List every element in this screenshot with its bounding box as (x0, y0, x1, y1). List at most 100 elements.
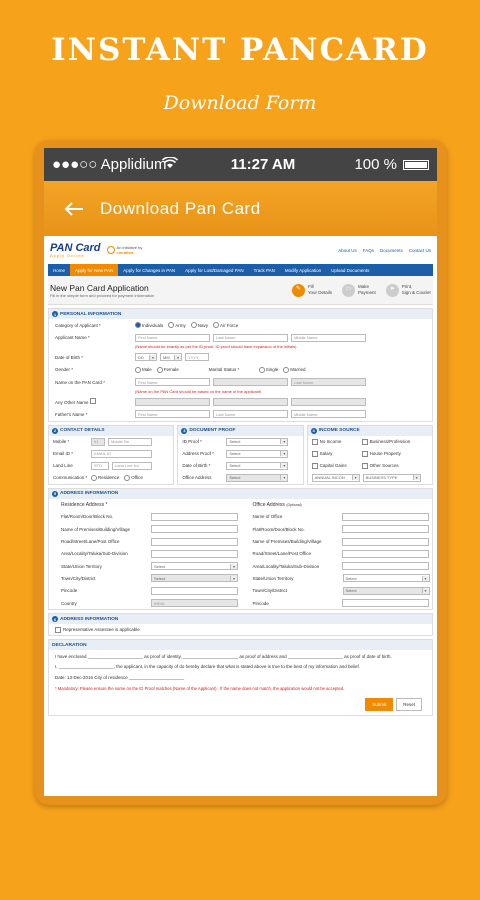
nav-lost[interactable]: Apply for Lost/Damaged PAN (180, 264, 248, 276)
other-name-checkbox[interactable] (90, 398, 96, 404)
clock: 11:27 AM (230, 156, 296, 173)
off-state-select[interactable]: Select (342, 574, 430, 583)
radio-male[interactable]: Male (135, 367, 152, 373)
res-state-select[interactable]: Select (151, 562, 238, 571)
nav-changes[interactable]: Apply for Changes in PAN (118, 264, 180, 276)
res-road-label: Road/Street/Lane/Post Office (61, 539, 120, 545)
nav-modify[interactable]: Modify Application (280, 264, 326, 276)
site-logo[interactable]: PAN Card Apply Online (50, 242, 101, 258)
radio-individuals[interactable]: Individuals (135, 322, 163, 328)
landline-input[interactable]: Land Line No (112, 461, 152, 470)
off-premises-label: Name of Premises/Building/Village (252, 539, 322, 545)
dob-year-input[interactable]: YYYY (185, 353, 209, 362)
pan-first-name-input[interactable]: First Name (135, 378, 210, 387)
income-header-label: INCOME SOURCE (318, 428, 360, 433)
res-premises-input[interactable] (150, 525, 238, 534)
off-flat-input[interactable] (342, 525, 429, 534)
middle-name-input[interactable]: Middle Name (291, 333, 366, 342)
dob-proof-select[interactable]: Select (226, 461, 289, 470)
other-first-input[interactable] (135, 397, 210, 406)
father-middle-input[interactable]: Middle Name (291, 410, 366, 419)
email-input[interactable]: EMAIL ID (91, 449, 152, 458)
chk-house-property[interactable]: House Property (362, 451, 401, 457)
radio-residence[interactable]: Residence (91, 475, 119, 481)
res-pincode-input[interactable] (150, 586, 238, 595)
webpage: PAN Card Apply Online An initiative by c… (44, 236, 437, 717)
std-input[interactable]: STD (91, 461, 109, 470)
document-section: 3DOCUMENT PROOF ID Proof * Select Address… (177, 424, 304, 485)
res-flat-input[interactable] (150, 512, 238, 521)
father-first-input[interactable]: First Name (135, 410, 210, 419)
radio-air-force[interactable]: Air Force (213, 322, 238, 328)
contact-header-label: CONTACT DETAILS (60, 428, 105, 433)
nav-track[interactable]: Track PAN (249, 264, 280, 276)
document-header-label: DOCUMENT PROOF (189, 428, 236, 433)
chk-salary[interactable]: Salary (312, 451, 362, 457)
nav-upload[interactable]: Upload Documents (326, 264, 374, 276)
res-country-input[interactable]: INDIA (150, 599, 238, 608)
contact-section: 2 CONTACT DETAILS Mobile * 91 Mobile No E… (48, 424, 175, 485)
link-documents[interactable]: Documents (380, 248, 403, 253)
mobile-code-input[interactable]: 91 (91, 437, 105, 446)
father-last-input[interactable]: Last Name (213, 410, 288, 419)
nav-home[interactable]: Home (48, 264, 70, 276)
back-arrow-icon[interactable] (64, 196, 84, 222)
pan-blank-input[interactable] (213, 378, 288, 387)
income-section: 4 INCOME SOURCE No Income Business/Profess… (306, 424, 433, 485)
other-last-input[interactable] (213, 397, 288, 406)
mobile-input[interactable]: Mobile No (108, 437, 152, 446)
chk-other-sources[interactable]: Other Sources (362, 463, 399, 469)
off-pincode-input[interactable] (342, 599, 429, 608)
business-type-select[interactable]: BUSINESS TYPE (362, 473, 421, 482)
annual-income-select[interactable]: ANNUAL INCON (311, 473, 360, 482)
chk-capital-gains[interactable]: Capital Gains (312, 463, 362, 469)
father-name-label: Father's Name * (55, 411, 88, 417)
off-town-label: Town/City/District (252, 588, 288, 594)
link-about[interactable]: About Us (338, 248, 357, 253)
battery-percent: 100 % (354, 156, 397, 173)
office-optional: (Optional) (286, 502, 302, 507)
link-contact[interactable]: Contact Us (409, 248, 431, 253)
last-name-input[interactable]: Last Name (213, 333, 288, 342)
off-premises-input[interactable] (342, 537, 429, 546)
step-fill: ✎ Fill Your Details (291, 283, 332, 297)
office-address-select[interactable]: Select (226, 473, 289, 482)
id-proof-select[interactable]: Select (226, 437, 289, 446)
chk-no-income[interactable]: No Income (312, 439, 362, 445)
dob-month-select[interactable]: MM (160, 353, 182, 362)
radio-married[interactable]: Married (283, 367, 305, 373)
off-name-input[interactable] (342, 512, 429, 521)
chk-business[interactable]: Business/Profession (362, 439, 411, 445)
id-proof-label: ID Proof * (182, 439, 202, 444)
representative-checkbox[interactable]: Representative Assessee is applicable (55, 627, 140, 633)
res-premises-label: Name of Premises/Building/Village (61, 526, 130, 532)
address-proof-select[interactable]: Select (226, 449, 289, 458)
personal-header: 1 PERSONAL INFORMATION (49, 309, 432, 319)
submit-button[interactable]: Submit (365, 698, 394, 712)
app-bar: Download Pan Card (44, 181, 437, 236)
step-fill-line1: Fill (307, 284, 314, 290)
radio-navy[interactable]: Navy (191, 322, 208, 328)
radio-single[interactable]: Single (259, 367, 279, 373)
link-faqs[interactable]: FAQs (363, 248, 374, 253)
off-town-select[interactable]: Select (342, 586, 430, 595)
other-middle-input[interactable] (291, 397, 366, 406)
reset-button[interactable]: Reset (396, 698, 422, 712)
radio-office[interactable]: Office (124, 475, 143, 481)
off-area-input[interactable] (342, 562, 429, 571)
res-town-select[interactable]: Select (151, 574, 238, 583)
res-flat-label: Flat/Room/Door/Block No. (61, 514, 114, 520)
off-state-label: State/Union Territory (252, 575, 294, 581)
off-road-input[interactable] (342, 549, 429, 558)
radio-female[interactable]: Female (157, 367, 179, 373)
pan-last-name-input[interactable]: Last Name (291, 378, 366, 387)
res-road-input[interactable] (150, 537, 238, 546)
first-name-input[interactable]: First Name (135, 333, 210, 342)
radio-army[interactable]: Army (168, 322, 186, 328)
address-header-label: ADDRESS INFORMATION (60, 491, 119, 496)
nav-new-pan[interactable]: Apply for New PAN (70, 264, 119, 276)
dob-day-select[interactable]: DD (135, 353, 157, 362)
address-proof-label: Address Proof * (182, 451, 214, 456)
res-area-input[interactable] (150, 549, 238, 558)
office-title-text: Office Address (252, 501, 285, 508)
